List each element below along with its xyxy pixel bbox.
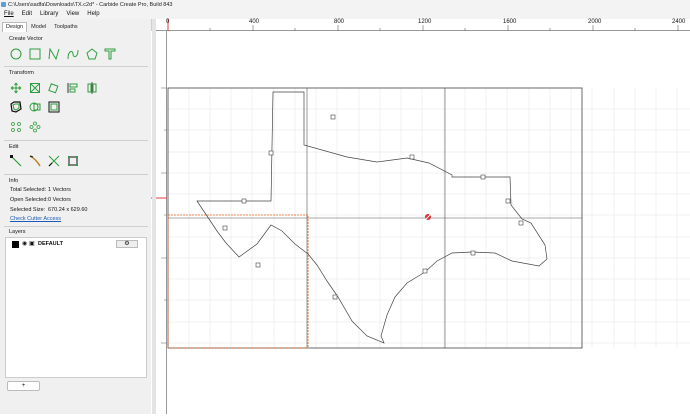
menu-bar: File Edit Library View Help [0,10,690,19]
bounding-box-icon[interactable] [67,155,79,167]
node-grid-icon[interactable] [10,121,22,133]
menu-file[interactable]: File [4,10,14,19]
ruler-label: 2000 [588,19,602,25]
mirror-icon[interactable] [86,82,98,94]
separator [4,226,148,227]
edit-title: Edit [9,144,19,150]
move-icon[interactable] [10,82,22,94]
title-bar: C:\Users\sadfa\Downloads\TX.c2d* - Carbi… [0,0,690,10]
info-total-selected: Total Selected: 1 Vectors [10,187,71,193]
node-edit-icon[interactable] [10,155,22,167]
align-icon[interactable] [67,82,79,94]
polyline-icon[interactable] [48,47,60,61]
info-selected-size: Selected Size: 670.24 x 629.60 [10,207,87,213]
panel-splitter[interactable] [152,19,156,414]
menu-edit[interactable]: Edit [22,10,32,19]
info-value: 670.24 x 629.60 [48,207,88,213]
texas-outline[interactable] [196,91,548,344]
circular-array-icon[interactable] [29,121,41,133]
left-panel: Design Model Toolpaths Create Vector Trans… [0,19,152,414]
tab-design[interactable]: Design [2,22,28,32]
rectangle-icon[interactable] [29,48,41,60]
layer-color-swatch[interactable] [12,241,19,248]
create-vector-title: Create Vector [9,36,43,42]
menu-view[interactable]: View [66,10,79,19]
info-label: Open Selected: [10,197,48,203]
design-canvas[interactable] [167,31,690,414]
menu-library[interactable]: Library [40,10,58,19]
tile-lines [168,88,582,348]
curve-icon[interactable] [67,48,79,60]
boolean-icon[interactable] [29,101,41,113]
lock-icon[interactable]: ▣ [29,240,35,247]
eye-icon[interactable]: ◉ [22,240,27,247]
rotate-icon[interactable] [48,82,60,94]
tab-toolpaths[interactable]: Toolpaths [50,22,82,33]
menu-help[interactable]: Help [87,10,99,19]
canvas-drawing [167,87,690,349]
ruler-label: 1200 [418,19,432,25]
trim-icon[interactable] [48,155,60,167]
offset-icon[interactable] [10,101,22,113]
panel-tabs: Design Model Toolpaths [2,22,82,33]
horizontal-ruler: 0 400 800 1200 1600 2000 2400 [156,19,690,31]
info-value: 0 Vectors [48,197,71,203]
app-icon [1,2,6,7]
separator [4,174,148,175]
tab-model[interactable]: Model [27,22,50,33]
separator [4,140,148,141]
node-markers [222,114,524,300]
group-icon[interactable] [48,101,60,113]
ruler-label: 2400 [672,19,686,25]
layer-name: DEFAULT [38,241,63,247]
separator [4,66,148,67]
scale-icon[interactable] [29,82,41,94]
ruler-label: 400 [249,19,260,25]
knife-icon[interactable] [29,155,41,167]
polygon-icon[interactable] [86,48,98,60]
transform-title: Transform [9,70,34,76]
circle-icon[interactable] [10,48,22,60]
gear-icon[interactable]: ⚙ [116,240,138,248]
info-label: Total Selected: [10,187,47,193]
info-title: Info [9,178,19,184]
ruler-label: 800 [334,19,345,25]
ruler-label: 1600 [503,19,517,25]
ruler-label: 0 [166,19,170,25]
add-layer-button[interactable]: + [7,381,40,391]
info-value: 1 Vectors [48,187,71,193]
center-marker-icon[interactable] [423,212,433,222]
layers-list: ◉ ▣ DEFAULT ⚙ [5,237,147,378]
check-cutter-access-link[interactable]: Check Cutter Access [10,216,61,222]
info-label: Selected Size: [10,207,46,213]
window-title: C:\Users\sadfa\Downloads\TX.c2d* - Carbi… [8,2,173,8]
text-icon[interactable] [104,48,116,60]
info-open-selected: Open Selected: 0 Vectors [10,197,71,203]
layer-row[interactable]: ◉ ▣ DEFAULT ⚙ [6,240,146,249]
layers-title: Layers [9,229,26,235]
